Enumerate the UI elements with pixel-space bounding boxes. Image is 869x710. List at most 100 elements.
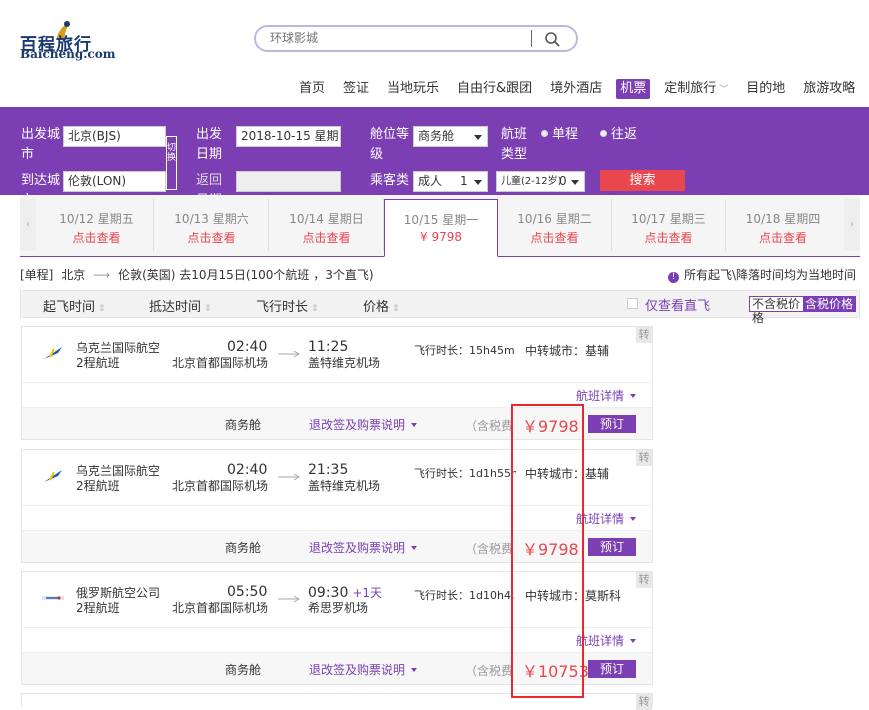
arrive-airport: 盖特维克机场 [308, 356, 381, 370]
date-cell[interactable]: 10/16 星期二 点击查看 [498, 199, 612, 251]
roundtrip-radio[interactable]: 往返 [600, 125, 637, 145]
depart-time: 05:50 [227, 584, 268, 600]
nav-visa[interactable]: 签证 [334, 79, 378, 99]
fare-rules-label: 退改签及购票说明 [309, 541, 406, 555]
transfer-badge: 转 [636, 327, 652, 343]
nav-home[interactable]: 首页 [290, 79, 334, 99]
caret-down-icon [630, 517, 636, 521]
cabin-class: 商务舱 [225, 418, 262, 432]
cabin-label: 舱位等级 [370, 127, 410, 162]
transfer-badge: 转 [636, 572, 652, 588]
tax-note: （含税费 [465, 419, 514, 433]
nav-destination[interactable]: 目的地 [737, 79, 794, 99]
sort-duration-label: 飞行时长 [256, 300, 309, 315]
from-label: 出发城市 [21, 127, 61, 162]
adult-select[interactable]: 成人 1 [413, 171, 488, 192]
direct-only-label[interactable]: 仅查看直飞 [645, 295, 710, 314]
sort-icon: ⇕ [311, 304, 319, 314]
arrive-airport: 希思罗机场 [308, 601, 369, 615]
nav-guide[interactable]: 旅游攻略 [794, 79, 864, 99]
ukraine-airlines-logo-icon [44, 470, 62, 482]
date-label: 10/16 星期二 [517, 212, 592, 226]
sort-arrive-time[interactable]: 抵达时间 ⇕ [149, 296, 212, 315]
date-label: 10/14 星期日 [289, 212, 364, 226]
flight-details-link[interactable]: 航班详情 [576, 632, 636, 649]
cabin-class: 商务舱 [225, 663, 262, 677]
search-box [254, 25, 578, 52]
date-label: 10/12 星期五 [59, 212, 134, 226]
transfer-badge: 转 [636, 694, 652, 710]
fare-rules-label: 退改签及购票说明 [309, 418, 406, 432]
sort-duration[interactable]: 飞行时长 ⇕ [256, 296, 319, 315]
search-input[interactable] [270, 31, 525, 45]
fare-rules-link[interactable]: 退改签及购票说明 [309, 416, 418, 433]
tax-toggle: 不含税价格 含税价格 [749, 296, 857, 325]
flight-legs: 2程航班 [76, 479, 120, 493]
sort-depart-time[interactable]: 起飞时间 ⇕ [43, 296, 106, 315]
nav-hotel[interactable]: 境外酒店 [541, 79, 611, 99]
nav-custom-travel[interactable]: 定制旅行 ﹀ [655, 79, 737, 99]
depart-airport: 北京首都国际机场 [172, 601, 269, 615]
sort-bar: 起飞时间 ⇕ 抵达时间 ⇕ 飞行时长 ⇕ 价格 ⇕ 仅查看直飞 不含税价格 含税价格 [20, 290, 860, 325]
date-cell[interactable]: 10/12 星期五 点击查看 [40, 199, 154, 251]
date-cell[interactable]: 10/17 星期三 点击查看 [612, 199, 726, 251]
radio-selected-icon [541, 130, 548, 137]
cabin-value: 商务舱 [418, 129, 455, 143]
transfer-badge: 转 [636, 450, 652, 466]
flight-duration: 飞行时长：15h45m [414, 344, 515, 357]
aeroflot-logo-icon [42, 596, 64, 600]
nav-flights[interactable]: 机票 [616, 79, 651, 99]
search-icon[interactable] [543, 30, 563, 48]
trip-type-tag: [单程] [20, 268, 54, 282]
radio-unselected-icon [600, 130, 607, 137]
sort-price-label: 价格 [363, 300, 390, 315]
to-city-field[interactable]: 伦敦(LON) [63, 171, 166, 192]
child-select[interactable]: 儿童(2-12岁) 0 [496, 171, 585, 192]
dropdown-arrow-icon [474, 135, 482, 140]
long-arrow-icon [278, 350, 300, 358]
oneway-label: 单程 [552, 127, 579, 142]
depart-time: 02:40 [227, 462, 268, 478]
main-nav: 首页 签证 当地玩乐 自由行&跟团 境外酒店 机票 定制旅行 ﹀ 目的地 旅游攻略 [290, 79, 864, 99]
depart-time: 02:40 [227, 339, 268, 355]
oneway-radio[interactable]: 单程 [541, 125, 578, 145]
fare-rules-link[interactable]: 退改签及购票说明 [309, 661, 418, 678]
date-price: 点击查看 [644, 231, 693, 245]
flight-details-link[interactable]: 航班详情 [576, 387, 636, 404]
direct-only-checkbox[interactable] [627, 298, 638, 309]
flight-details-label: 航班详情 [575, 389, 624, 403]
date-strip: ‹ 10/12 星期五 点击查看 10/13 星期六 点击查看 10/14 星期日点… [20, 195, 860, 257]
from-city-field[interactable]: 北京(BJS) [63, 126, 166, 147]
book-button[interactable]: 预订 [588, 415, 636, 433]
nav-local-fun[interactable]: 当地玩乐 [378, 79, 448, 99]
date-cell-selected[interactable]: 10/15 星期一 ¥ 9798 [384, 199, 498, 257]
sort-price[interactable]: 价格 ⇕ [363, 296, 400, 315]
cabin-class: 商务舱 [225, 541, 262, 555]
cabin-select[interactable]: 商务舱 [413, 126, 488, 147]
price-incl-tax-tab[interactable]: 含税价格 [803, 297, 856, 311]
next-dates-arrow-icon[interactable]: › [844, 199, 860, 251]
transit-city: 中转城市：基辅 [525, 344, 610, 358]
flight-details-link[interactable]: 航班详情 [576, 510, 636, 527]
date-cell[interactable]: 10/14 星期日 点击查看 [270, 199, 384, 251]
nav-tour[interactable]: 自由行&跟团 [448, 79, 541, 99]
depart-date-field[interactable]: 2018-10-15 星期 [236, 126, 341, 147]
ukraine-airlines-logo-icon [44, 347, 62, 359]
search-button[interactable]: 搜索 [600, 170, 685, 191]
price-excl-tax-tab[interactable]: 不含税价格 [750, 297, 803, 325]
long-arrow-icon [278, 473, 300, 481]
fare-rules-link[interactable]: 退改签及购票说明 [309, 539, 418, 556]
book-button[interactable]: 预订 [588, 538, 636, 556]
tax-note: （含税费 [465, 664, 514, 678]
date-price: 点击查看 [302, 231, 351, 245]
prev-dates-arrow-icon[interactable]: ‹ [20, 199, 36, 251]
date-price: 点击查看 [187, 231, 236, 245]
date-cell[interactable]: 10/13 星期六 点击查看 [155, 199, 269, 251]
date-label: 10/15 星期一 [403, 213, 479, 227]
swap-cities-button[interactable]: 切换 [166, 136, 177, 190]
return-date-field[interactable] [236, 171, 341, 192]
date-price: 点击查看 [758, 231, 807, 245]
sort-icon: ⇕ [98, 304, 106, 314]
date-cell[interactable]: 10/18 星期四 点击查看 [726, 199, 840, 251]
book-button[interactable]: 预订 [588, 660, 636, 678]
